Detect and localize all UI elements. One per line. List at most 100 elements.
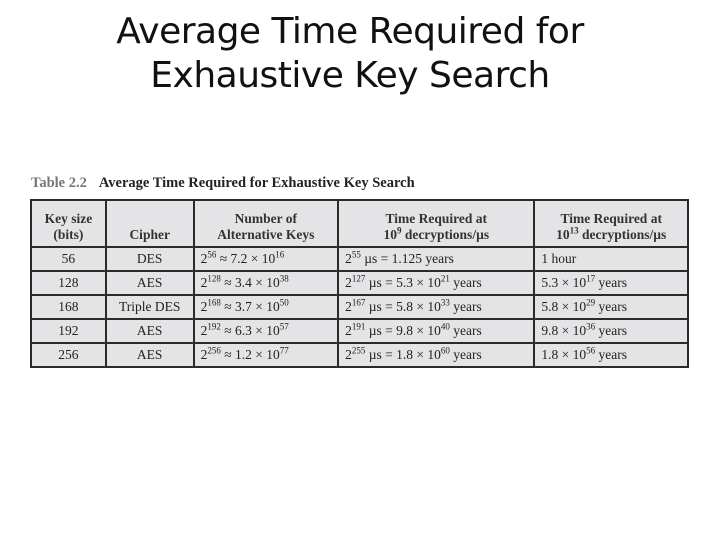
time9-power: 33 <box>440 297 450 308</box>
table-caption-text: Average Time Required for Exhaustive Key… <box>98 175 415 191</box>
cell-alternative-keys: 2168 ≈ 3.7 × 1050 <box>192 294 340 320</box>
cell-key-size: 192 <box>30 318 107 344</box>
time9-exponent: 167 <box>351 297 366 308</box>
slide-title-line-1: Average Time Required for <box>116 11 584 52</box>
time13-text: 1.8 × 10 <box>541 347 587 362</box>
time9-exponent: 255 <box>351 345 366 356</box>
time13-text: 5.8 × 10 <box>541 299 587 314</box>
time9-text: µs = 1.8 × 10 <box>368 347 441 362</box>
time13-unit: years <box>595 299 628 314</box>
time9-unit: years <box>449 347 482 362</box>
keys-mantissa: 7.2 <box>230 251 248 266</box>
cell-time-1e9: 255 µs = 1.125 years <box>337 246 536 272</box>
time13-text: 9.8 × 10 <box>541 323 587 338</box>
header-time-1e13-rest: decryptions/µs <box>578 227 667 242</box>
header-time-1e13-exp: 13 <box>569 225 579 236</box>
time13-unit: years <box>595 275 628 290</box>
cell-time-1e13: 1.8 × 1056 years <box>533 342 689 368</box>
slide-title-line-2: Exhaustive Key Search <box>150 55 550 96</box>
time9-power: 60 <box>440 345 450 356</box>
time9-power: 21 <box>440 273 450 284</box>
keys-exponent: 192 <box>207 321 221 332</box>
header-alt-keys-line1: Number of <box>234 211 298 226</box>
table-row: 128 AES 2128 ≈ 3.4 × 1038 2127 µs = 5.3 … <box>30 270 689 296</box>
header-time-1e9-line1: Time Required at <box>385 211 488 226</box>
header-key-size-line1: Key size <box>44 211 93 226</box>
time13-power: 56 <box>586 345 596 356</box>
cell-time-1e13: 9.8 × 1036 years <box>533 318 689 344</box>
time9-unit: years <box>449 323 482 338</box>
time13-unit: years <box>595 347 628 362</box>
cell-time-1e9: 2167 µs = 5.8 × 1033 years <box>337 294 536 320</box>
time9-power: 40 <box>440 321 450 332</box>
header-time-1e13: Time Required at 1013 decryptions/µs <box>533 199 689 248</box>
cell-cipher: DES <box>104 246 195 272</box>
time13-power: 29 <box>586 297 596 308</box>
cell-alternative-keys: 2256 ≈ 1.2 × 1077 <box>192 342 340 368</box>
cell-time-1e13: 5.8 × 1029 years <box>533 294 689 320</box>
cell-time-1e13: 5.3 × 1017 years <box>533 270 689 296</box>
table-row: 168 Triple DES 2168 ≈ 3.7 × 1050 2167 µs… <box>30 294 689 320</box>
time9-text: µs = 5.8 × 10 <box>368 299 441 314</box>
table-caption: Table 2.2 Average Time Required for Exhau… <box>31 175 415 192</box>
table-header-row: Key size (bits) Cipher Number of Alterna… <box>30 199 689 248</box>
time13-power: 36 <box>586 321 596 332</box>
cell-time-1e9: 2127 µs = 5.3 × 1021 years <box>337 270 536 296</box>
table-row: 56 DES 256 ≈ 7.2 × 1016 255 µs = 1.125 y… <box>30 246 689 272</box>
cell-time-1e13: 1 hour <box>533 246 689 272</box>
table-number: Table 2.2 <box>31 175 87 191</box>
cell-cipher: AES <box>104 318 195 344</box>
time13-unit: years <box>595 323 628 338</box>
keys-exponent: 128 <box>207 273 221 284</box>
header-time-1e9: Time Required at 109 decryptions/µs <box>337 199 536 248</box>
header-key-size-line2: (bits) <box>53 227 84 242</box>
keys-exponent: 256 <box>207 345 221 356</box>
time9-text: µs = 5.3 × 10 <box>368 275 441 290</box>
cell-cipher: Triple DES <box>104 294 195 320</box>
keys-power: 16 <box>275 249 285 260</box>
cell-key-size: 168 <box>30 294 107 320</box>
cell-time-1e9: 2255 µs = 1.8 × 1060 years <box>337 342 536 368</box>
keys-mantissa: 6.3 <box>235 323 252 338</box>
time9-exponent: 127 <box>351 273 366 284</box>
header-alt-keys-line2: Alternative Keys <box>217 227 315 242</box>
slide-title: Average Time Required for Exhaustive Key… <box>0 10 700 98</box>
keys-power: 50 <box>279 297 289 308</box>
header-cipher: Cipher <box>104 199 195 248</box>
keys-power: 77 <box>279 345 289 356</box>
cell-key-size: 56 <box>30 246 107 272</box>
cell-cipher: AES <box>104 270 195 296</box>
header-time-1e9-base: 10 <box>383 227 397 242</box>
time13-text: 1 hour <box>541 251 577 266</box>
time9-exponent: 191 <box>351 321 366 332</box>
time9-exponent: 55 <box>351 249 361 260</box>
time9-unit: years <box>449 299 482 314</box>
keys-power: 38 <box>279 273 289 284</box>
time13-power: 17 <box>586 273 596 284</box>
header-cipher-label: Cipher <box>129 227 170 242</box>
cell-cipher: AES <box>104 342 195 368</box>
keys-mantissa: 3.4 <box>235 275 252 290</box>
time9-text: µs = 9.8 × 10 <box>368 323 441 338</box>
table-row: 256 AES 2256 ≈ 1.2 × 1077 2255 µs = 1.8 … <box>30 342 689 368</box>
time9-text: µs = 1.125 years <box>364 251 454 266</box>
time13-text: 5.3 × 10 <box>541 275 587 290</box>
keys-exponent: 56 <box>207 249 217 260</box>
cell-key-size: 128 <box>30 270 107 296</box>
header-time-1e9-rest: decryptions/µs <box>401 227 490 242</box>
header-alternative-keys: Number of Alternative Keys <box>192 199 340 248</box>
table-row: 192 AES 2192 ≈ 6.3 × 1057 2191 µs = 9.8 … <box>30 318 689 344</box>
keys-mantissa: 1.2 <box>235 347 252 362</box>
cell-alternative-keys: 2128 ≈ 3.4 × 1038 <box>192 270 340 296</box>
header-key-size: Key size (bits) <box>30 199 107 248</box>
cell-time-1e9: 2191 µs = 9.8 × 1040 years <box>337 318 536 344</box>
header-time-1e13-line1: Time Required at <box>560 211 662 226</box>
keys-exponent: 168 <box>207 297 221 308</box>
cell-alternative-keys: 2192 ≈ 6.3 × 1057 <box>192 318 340 344</box>
cell-alternative-keys: 256 ≈ 7.2 × 1016 <box>192 246 340 272</box>
header-time-1e13-base: 10 <box>556 227 570 242</box>
key-search-table: Key size (bits) Cipher Number of Alterna… <box>30 199 689 368</box>
keys-mantissa: 3.7 <box>235 299 252 314</box>
time9-unit: years <box>449 275 482 290</box>
keys-power: 57 <box>279 321 289 332</box>
